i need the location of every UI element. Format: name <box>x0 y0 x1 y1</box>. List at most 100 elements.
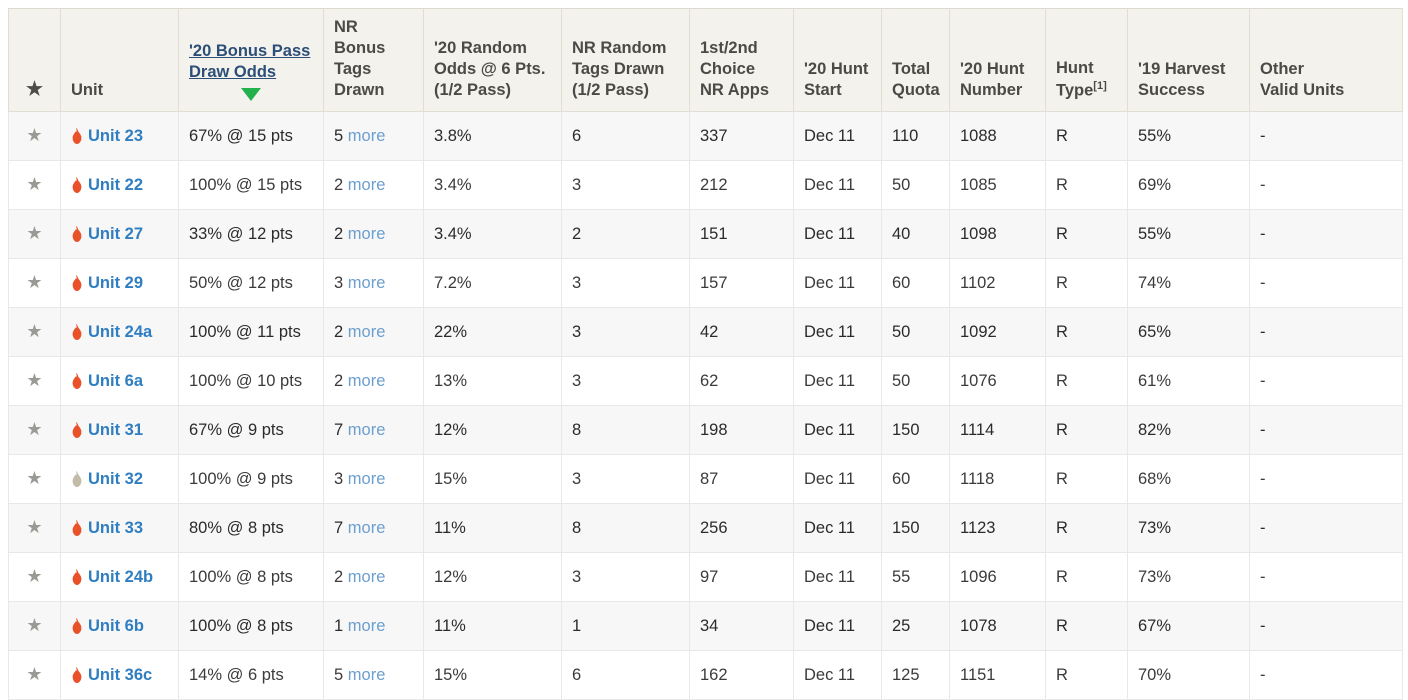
star-icon[interactable]: ★ <box>26 126 42 144</box>
column-header-favorite[interactable]: ★ <box>9 9 61 112</box>
star-icon[interactable]: ★ <box>26 273 42 291</box>
more-link[interactable]: more <box>348 176 386 194</box>
nr-bonus-tags-drawn-cell[interactable]: 2 more <box>324 161 424 210</box>
column-header-harvest-success[interactable]: '19 HarvestSuccess <box>1128 9 1250 112</box>
star-icon[interactable]: ★ <box>26 616 42 634</box>
table-row[interactable]: ★Unit 24a100% @ 11 pts2 more22%342Dec 11… <box>9 308 1403 357</box>
hunt-number-cell: 1123 <box>950 504 1046 553</box>
nr-bonus-tags-drawn-cell[interactable]: 2 more <box>324 357 424 406</box>
unit-link[interactable]: Unit 6b <box>88 617 144 635</box>
column-header-total-quota[interactable]: TotalQuota <box>882 9 950 112</box>
unit-cell[interactable]: Unit 24b <box>61 553 179 602</box>
unit-cell[interactable]: Unit 33 <box>61 504 179 553</box>
nr-bonus-tags-drawn-cell[interactable]: 7 more <box>324 504 424 553</box>
unit-link[interactable]: Unit 36c <box>88 666 152 684</box>
nr-bonus-tags-drawn-cell[interactable]: 1 more <box>324 602 424 651</box>
column-header-hunt-type[interactable]: HuntType[1] <box>1046 9 1128 112</box>
unit-cell[interactable]: Unit 6b <box>61 602 179 651</box>
unit-link[interactable]: Unit 29 <box>88 274 143 292</box>
favorite-star-cell[interactable]: ★ <box>9 406 61 455</box>
more-link[interactable]: more <box>348 274 386 292</box>
nr-bonus-tags-drawn-cell[interactable]: 5 more <box>324 112 424 161</box>
table-row[interactable]: ★Unit 36c14% @ 6 pts5 more15%6162Dec 111… <box>9 651 1403 700</box>
favorite-star-cell[interactable]: ★ <box>9 259 61 308</box>
more-link[interactable]: more <box>348 127 386 145</box>
more-link[interactable]: more <box>348 519 386 537</box>
caret-down-icon[interactable] <box>241 88 261 101</box>
unit-link[interactable]: Unit 33 <box>88 519 143 537</box>
table-row[interactable]: ★Unit 3380% @ 8 pts7 more11%8256Dec 1115… <box>9 504 1403 553</box>
nr-bonus-tags-drawn-cell[interactable]: 3 more <box>324 259 424 308</box>
table-row[interactable]: ★Unit 6b100% @ 8 pts1 more11%134Dec 1125… <box>9 602 1403 651</box>
nr-bonus-tags-drawn-cell[interactable]: 5 more <box>324 651 424 700</box>
column-header-unit[interactable]: Unit <box>61 9 179 112</box>
unit-cell[interactable]: Unit 24a <box>61 308 179 357</box>
column-header-nr-random-tags-drawn[interactable]: NR RandomTags Drawn(1/2 Pass) <box>562 9 690 112</box>
unit-cell[interactable]: Unit 27 <box>61 210 179 259</box>
unit-cell[interactable]: Unit 22 <box>61 161 179 210</box>
table-row[interactable]: ★Unit 32100% @ 9 pts3 more15%387Dec 1160… <box>9 455 1403 504</box>
nr-bonus-tags-drawn-cell[interactable]: 2 more <box>324 553 424 602</box>
table-row[interactable]: ★Unit 24b100% @ 8 pts2 more12%397Dec 115… <box>9 553 1403 602</box>
unit-link[interactable]: Unit 27 <box>88 225 143 243</box>
unit-link[interactable]: Unit 22 <box>88 176 143 194</box>
unit-link[interactable]: Unit 23 <box>88 127 143 145</box>
column-header-nr-apps[interactable]: 1st/2ndChoiceNR Apps <box>690 9 794 112</box>
table-row[interactable]: ★Unit 6a100% @ 10 pts2 more13%362Dec 115… <box>9 357 1403 406</box>
column-header-other-valid-units[interactable]: OtherValid Units <box>1250 9 1403 112</box>
table-row[interactable]: ★Unit 2367% @ 15 pts5 more3.8%6337Dec 11… <box>9 112 1403 161</box>
unit-link[interactable]: Unit 32 <box>88 470 143 488</box>
more-link[interactable]: more <box>348 568 386 586</box>
favorite-star-cell[interactable]: ★ <box>9 112 61 161</box>
favorite-star-cell[interactable]: ★ <box>9 651 61 700</box>
more-link[interactable]: more <box>348 470 386 488</box>
favorite-star-cell[interactable]: ★ <box>9 455 61 504</box>
favorite-star-cell[interactable]: ★ <box>9 308 61 357</box>
star-icon[interactable]: ★ <box>26 371 42 389</box>
unit-cell[interactable]: Unit 29 <box>61 259 179 308</box>
unit-link[interactable]: Unit 24a <box>88 323 152 341</box>
star-icon[interactable]: ★ <box>26 175 42 193</box>
column-header-random-odds[interactable]: '20 RandomOdds @ 6 Pts.(1/2 Pass) <box>424 9 562 112</box>
favorite-star-cell[interactable]: ★ <box>9 602 61 651</box>
unit-cell[interactable]: Unit 32 <box>61 455 179 504</box>
star-icon[interactable]: ★ <box>26 469 42 487</box>
favorite-star-cell[interactable]: ★ <box>9 553 61 602</box>
column-header-hunt-start[interactable]: '20 HuntStart <box>794 9 882 112</box>
unit-cell[interactable]: Unit 23 <box>61 112 179 161</box>
table-row[interactable]: ★Unit 2950% @ 12 pts3 more7.2%3157Dec 11… <box>9 259 1403 308</box>
star-icon[interactable]: ★ <box>26 224 42 242</box>
unit-link[interactable]: Unit 6a <box>88 372 143 390</box>
column-header-nr-bonus-tags-drawn[interactable]: NR BonusTags Drawn <box>324 9 424 112</box>
more-link[interactable]: more <box>348 323 386 341</box>
favorite-star-cell[interactable]: ★ <box>9 210 61 259</box>
star-icon[interactable]: ★ <box>26 420 42 438</box>
unit-cell[interactable]: Unit 36c <box>61 651 179 700</box>
nr-bonus-tags-drawn-cell[interactable]: 7 more <box>324 406 424 455</box>
more-link[interactable]: more <box>348 225 386 243</box>
table-row[interactable]: ★Unit 22100% @ 15 pts2 more3.4%3212Dec 1… <box>9 161 1403 210</box>
star-icon[interactable]: ★ <box>26 567 42 585</box>
unit-cell[interactable]: Unit 6a <box>61 357 179 406</box>
column-header-bonus-pass-draw-odds-link[interactable]: '20 Bonus PassDraw Odds <box>189 41 310 83</box>
unit-cell[interactable]: Unit 31 <box>61 406 179 455</box>
star-icon[interactable]: ★ <box>26 322 42 340</box>
favorite-star-cell[interactable]: ★ <box>9 357 61 406</box>
more-link[interactable]: more <box>348 617 386 635</box>
column-header-hunt-number[interactable]: '20 HuntNumber <box>950 9 1046 112</box>
more-link[interactable]: more <box>348 421 386 439</box>
star-icon[interactable]: ★ <box>26 665 42 683</box>
favorite-star-cell[interactable]: ★ <box>9 161 61 210</box>
favorite-star-cell[interactable]: ★ <box>9 504 61 553</box>
table-row[interactable]: ★Unit 3167% @ 9 pts7 more12%8198Dec 1115… <box>9 406 1403 455</box>
unit-link[interactable]: Unit 24b <box>88 568 153 586</box>
nr-bonus-tags-drawn-cell[interactable]: 2 more <box>324 308 424 357</box>
nr-bonus-tags-drawn-cell[interactable]: 2 more <box>324 210 424 259</box>
star-icon[interactable]: ★ <box>26 518 42 536</box>
unit-link[interactable]: Unit 31 <box>88 421 143 439</box>
table-row[interactable]: ★Unit 2733% @ 12 pts2 more3.4%2151Dec 11… <box>9 210 1403 259</box>
more-link[interactable]: more <box>348 372 386 390</box>
column-header-bonus-pass-draw-odds[interactable]: '20 Bonus PassDraw Odds <box>179 9 324 112</box>
more-link[interactable]: more <box>348 666 386 684</box>
nr-bonus-tags-drawn-cell[interactable]: 3 more <box>324 455 424 504</box>
